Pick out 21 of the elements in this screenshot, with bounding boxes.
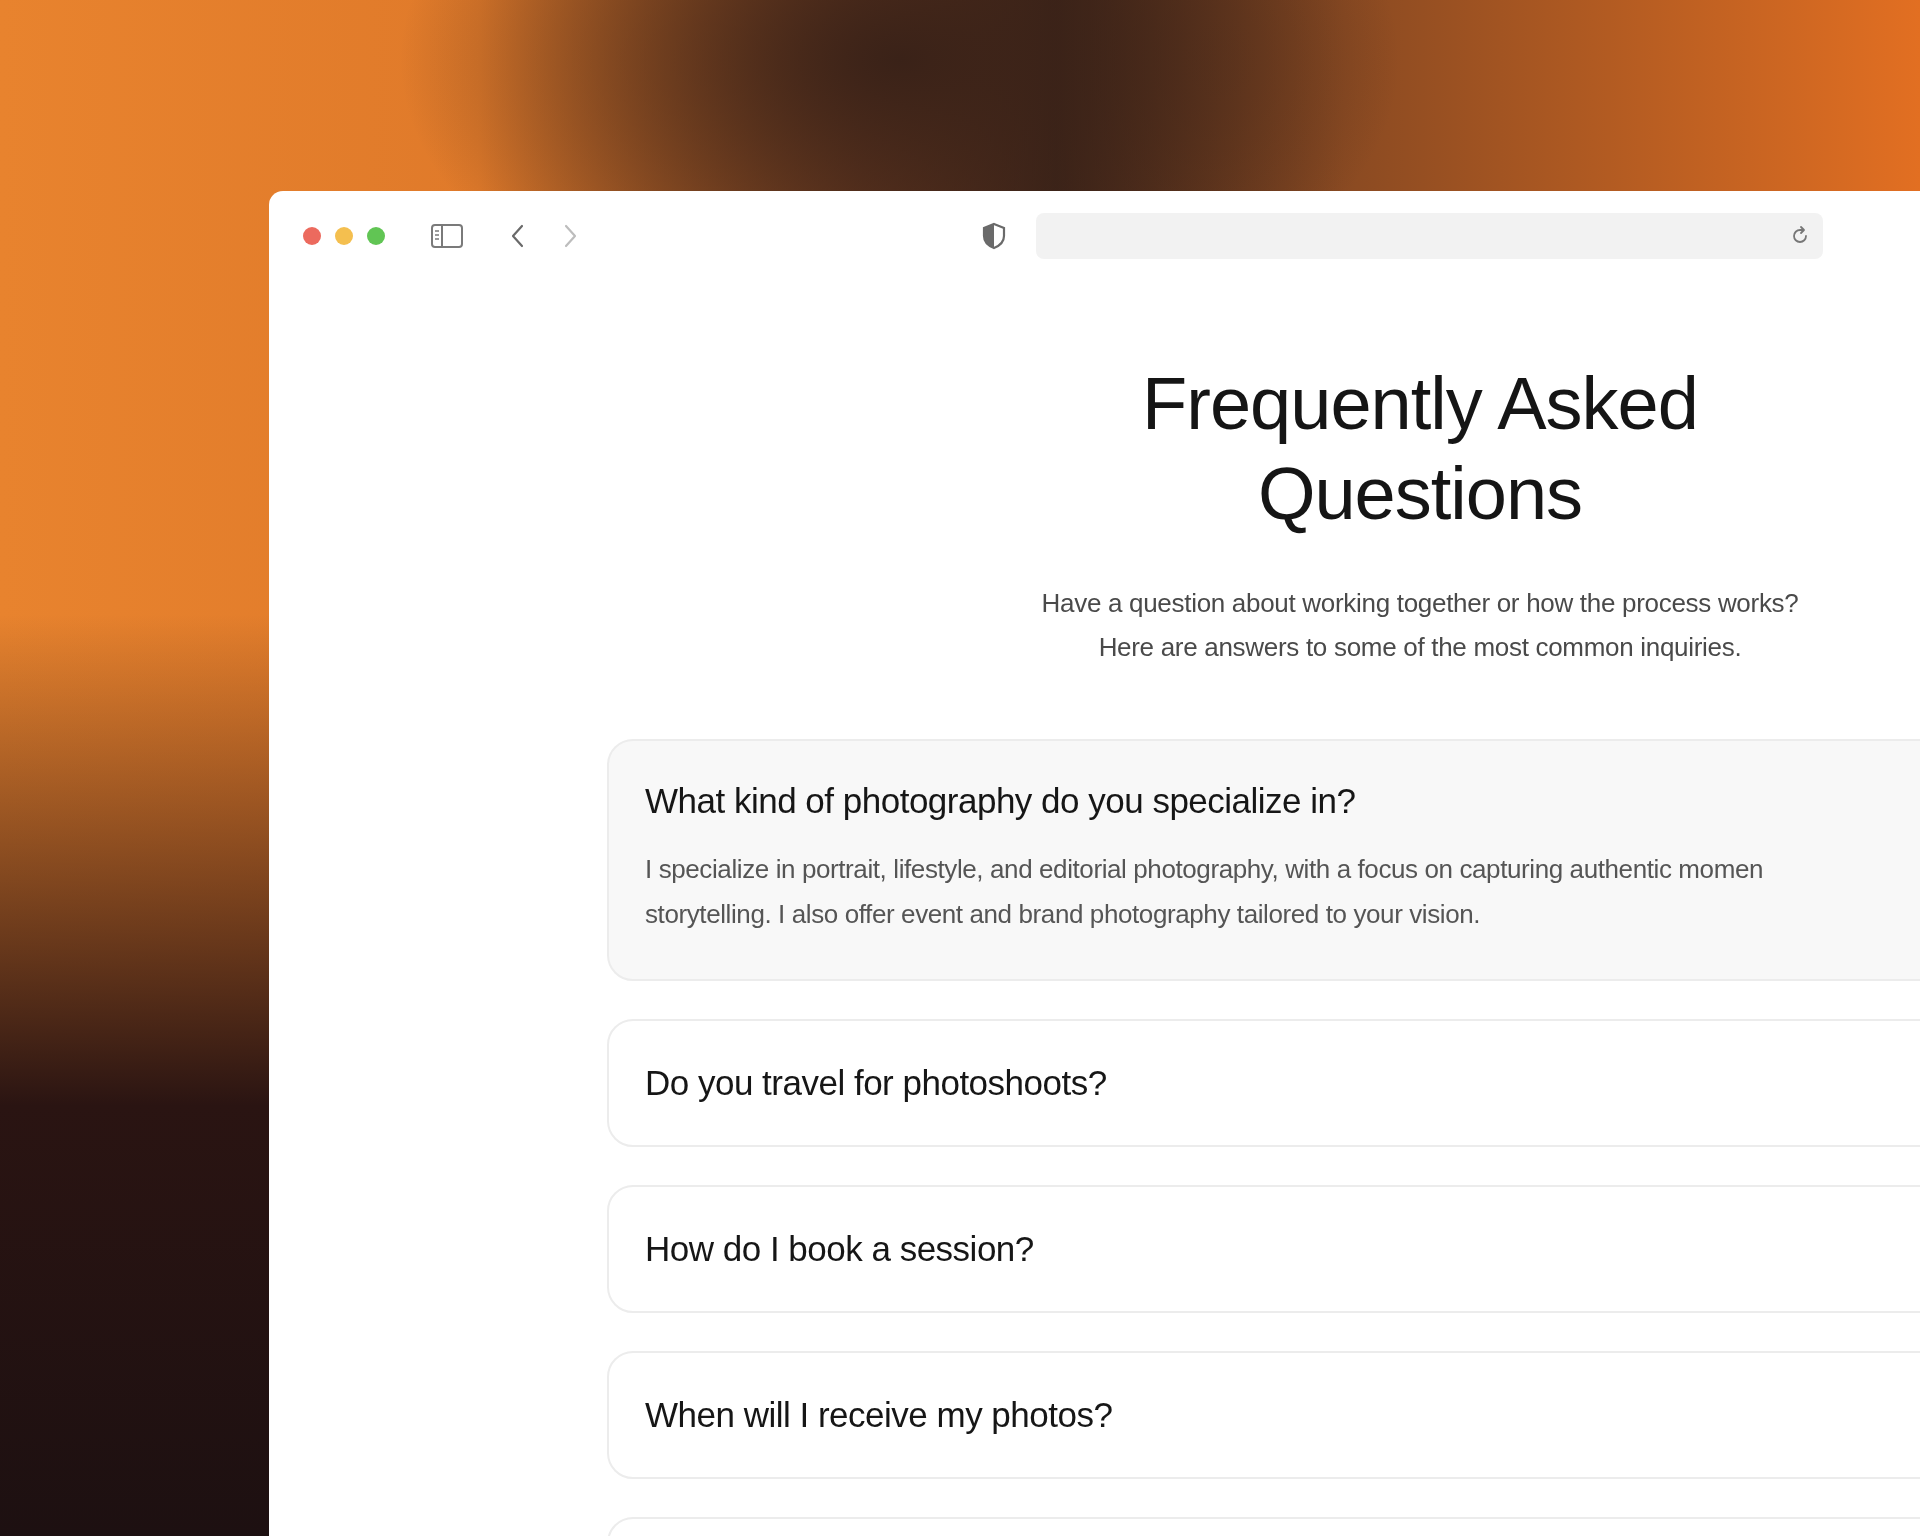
window-minimize-button[interactable]: [335, 227, 353, 245]
subtitle-text: Have a question about working together or how the process works?: [1041, 587, 1799, 620]
faq-item[interactable]: Do you travel for photoshoots?: [607, 1019, 1920, 1147]
subtitle-text: Here are answers to some of the most common inquiries.: [1098, 631, 1742, 664]
back-icon[interactable]: [511, 224, 525, 248]
faq-item[interactable]: When will I receive my photos?: [607, 1351, 1920, 1479]
address-field[interactable]: [1036, 213, 1823, 259]
shield-icon[interactable]: [982, 222, 1006, 250]
page-title: Questions: [1257, 451, 1583, 537]
faq-question: How do I book a session?: [645, 1229, 1034, 1269]
faq-question: Do you travel for photoshoots?: [645, 1063, 1107, 1103]
window-zoom-button[interactable]: [367, 227, 385, 245]
faq-item[interactable]: How do I book a session?: [607, 1185, 1920, 1313]
faq-answer: I specialize in portrait, lifestyle, and editorial photography, with a focus on capturing authentic momen: [645, 853, 1764, 886]
window-close-button[interactable]: [303, 227, 321, 245]
sidebar-icon[interactable]: [431, 224, 463, 248]
faq-question: When will I receive my photos?: [645, 1395, 1113, 1435]
page-title: Frequently Asked: [1142, 361, 1698, 447]
faq-answer: storytelling. I also offer event and brand photography tailored to your vision.: [645, 898, 1481, 931]
faq-question: What kind of photography do you specialize in?: [645, 781, 1356, 821]
forward-icon[interactable]: [563, 224, 577, 248]
